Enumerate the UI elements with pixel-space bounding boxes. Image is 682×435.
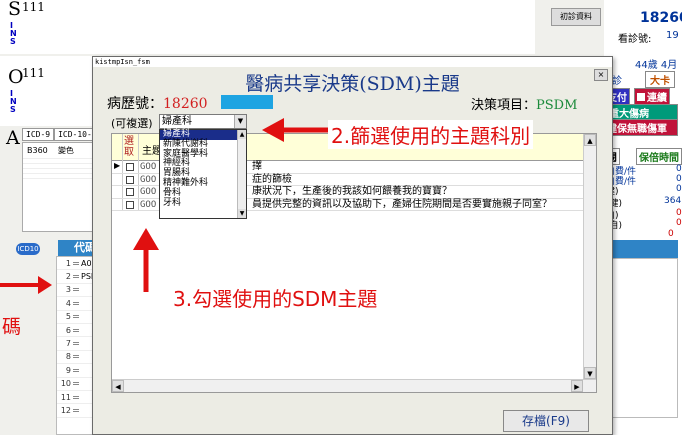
department-select[interactable]: 婦產科 ▼: [159, 114, 247, 129]
record-number: 18260: [163, 96, 208, 112]
stat-value: 364: [664, 196, 682, 206]
card-button[interactable]: 大卡: [645, 71, 675, 88]
topic-label: 決策項目：: [471, 98, 537, 113]
stat-value: 0: [676, 174, 682, 184]
stat-value: 0: [676, 164, 682, 174]
chevron-down-icon[interactable]: ▼: [234, 115, 246, 128]
stat-tab-2[interactable]: 保倍時間: [636, 148, 682, 165]
row-checkbox[interactable]: [126, 163, 134, 171]
department-option[interactable]: 牙科: [160, 198, 246, 209]
record-label: 病歷號：: [107, 96, 163, 112]
ins-label-1: INS: [10, 21, 17, 46]
stat-value: 0: [676, 208, 682, 218]
step3-annotation: 3.勾選使用的SDM主題: [170, 283, 381, 312]
grid-vertical-scrollbar[interactable]: ▲ ▼: [583, 134, 596, 392]
stat-value: 0: [676, 184, 682, 194]
age-text: 44歲 4月: [635, 60, 678, 71]
soap-s-letter: S: [8, 0, 22, 20]
select-column-header: 選取: [124, 136, 134, 158]
step3-arrow-icon: [133, 228, 159, 292]
doctor-label: 診: [612, 76, 622, 87]
dialog-heading: 醫病共享決策(SDM)主題: [245, 73, 460, 95]
topic-text: 員提供完整的資訊以及協助下，產婦住院期間是否要實施親子同室？: [252, 198, 552, 210]
left-arrow-icon: [0, 276, 52, 294]
scroll-down-icon[interactable]: ▼: [584, 367, 596, 379]
no-insurance-button[interactable]: 健保無職傷軍: [604, 119, 678, 136]
right-grid-header: [604, 240, 678, 258]
scroll-up-icon[interactable]: ▲: [584, 134, 596, 146]
left-annotation-text: 碼: [2, 316, 22, 338]
topic-text: 症的篩檢: [252, 173, 292, 185]
icd-tabs: ICD-9 ICD-10-: [22, 128, 96, 141]
soap-o-count: 111: [22, 66, 45, 80]
soap-s-count: 111: [22, 0, 45, 14]
scroll-up-icon[interactable]: ▲: [238, 130, 246, 139]
topic-code: GOO: [140, 174, 157, 185]
soap-a-letter: A: [6, 127, 20, 149]
topic-code: GOO: [140, 199, 157, 210]
icd10-badge[interactable]: ICD10: [16, 243, 40, 255]
topic-code: GOO: [140, 187, 157, 197]
scroll-right-icon[interactable]: ▶: [571, 380, 583, 392]
row-checkbox[interactable]: [126, 188, 134, 196]
tab-icd9[interactable]: ICD-9: [22, 128, 55, 141]
grid-horizontal-scrollbar[interactable]: ◀ ▶: [112, 379, 596, 392]
scroll-left-icon[interactable]: ◀: [112, 380, 124, 392]
ins-label-2: INS: [10, 89, 17, 114]
soap-s-panel[interactable]: [0, 0, 535, 54]
topic-text: 擇: [252, 161, 262, 172]
scroll-down-icon[interactable]: ▼: [238, 209, 246, 218]
right-grid[interactable]: [604, 258, 678, 418]
topic-text: 康狀況下，生產後的我該如何餵養我的寶寶？: [252, 186, 452, 197]
department-select-value: 婦產科: [162, 116, 192, 127]
visit-number: 19: [666, 30, 679, 41]
stat-value: 0: [668, 229, 674, 239]
stat-value: 0: [676, 218, 682, 228]
tab-icd10[interactable]: ICD-10-: [54, 128, 96, 141]
row-checkbox[interactable]: [126, 200, 134, 209]
topic-value: PSDM: [536, 98, 578, 113]
dialog-titlebar[interactable]: kistmpIsn_fsm: [93, 57, 612, 67]
close-icon[interactable]: ×: [594, 69, 608, 81]
record-number-row: 病歷號：18260: [107, 93, 208, 113]
topic-row: 決策項目：PSDM: [471, 94, 577, 113]
icd-row[interactable]: B360 變色: [23, 143, 99, 159]
sdm-dialog: kistmpIsn_fsm 醫病共享決策(SDM)主題 × 病歷號：18260 …: [92, 56, 613, 435]
dropdown-scrollbar[interactable]: ▲ ▼: [237, 130, 246, 218]
row-checkbox[interactable]: [126, 175, 134, 184]
patient-number: 18260: [640, 10, 682, 26]
patient-name-field: [221, 95, 273, 109]
chronic-checkbox-icon: [637, 93, 645, 101]
save-button[interactable]: 存檔(F9): [503, 410, 589, 432]
icd-grid[interactable]: B360 變色: [22, 142, 100, 232]
department-dropdown-list[interactable]: 婦產科 新陳代謝科 家庭醫學科 神經科 胃腸科 精神難外科 骨科 牙科 ▲ ▼: [159, 129, 247, 219]
row-pointer-icon: ▶: [114, 161, 121, 170]
step2-arrow-icon: [262, 118, 328, 142]
multi-select-label: (可複選): [111, 117, 153, 130]
visit-number-label: 看診號:: [618, 34, 652, 45]
step2-annotation: 2.篩選使用的主題科別: [328, 120, 534, 149]
chronic-button[interactable]: 連續: [634, 88, 670, 105]
topic-code: GOO: [140, 162, 157, 172]
first-visit-button[interactable]: 初診資料: [551, 8, 601, 26]
